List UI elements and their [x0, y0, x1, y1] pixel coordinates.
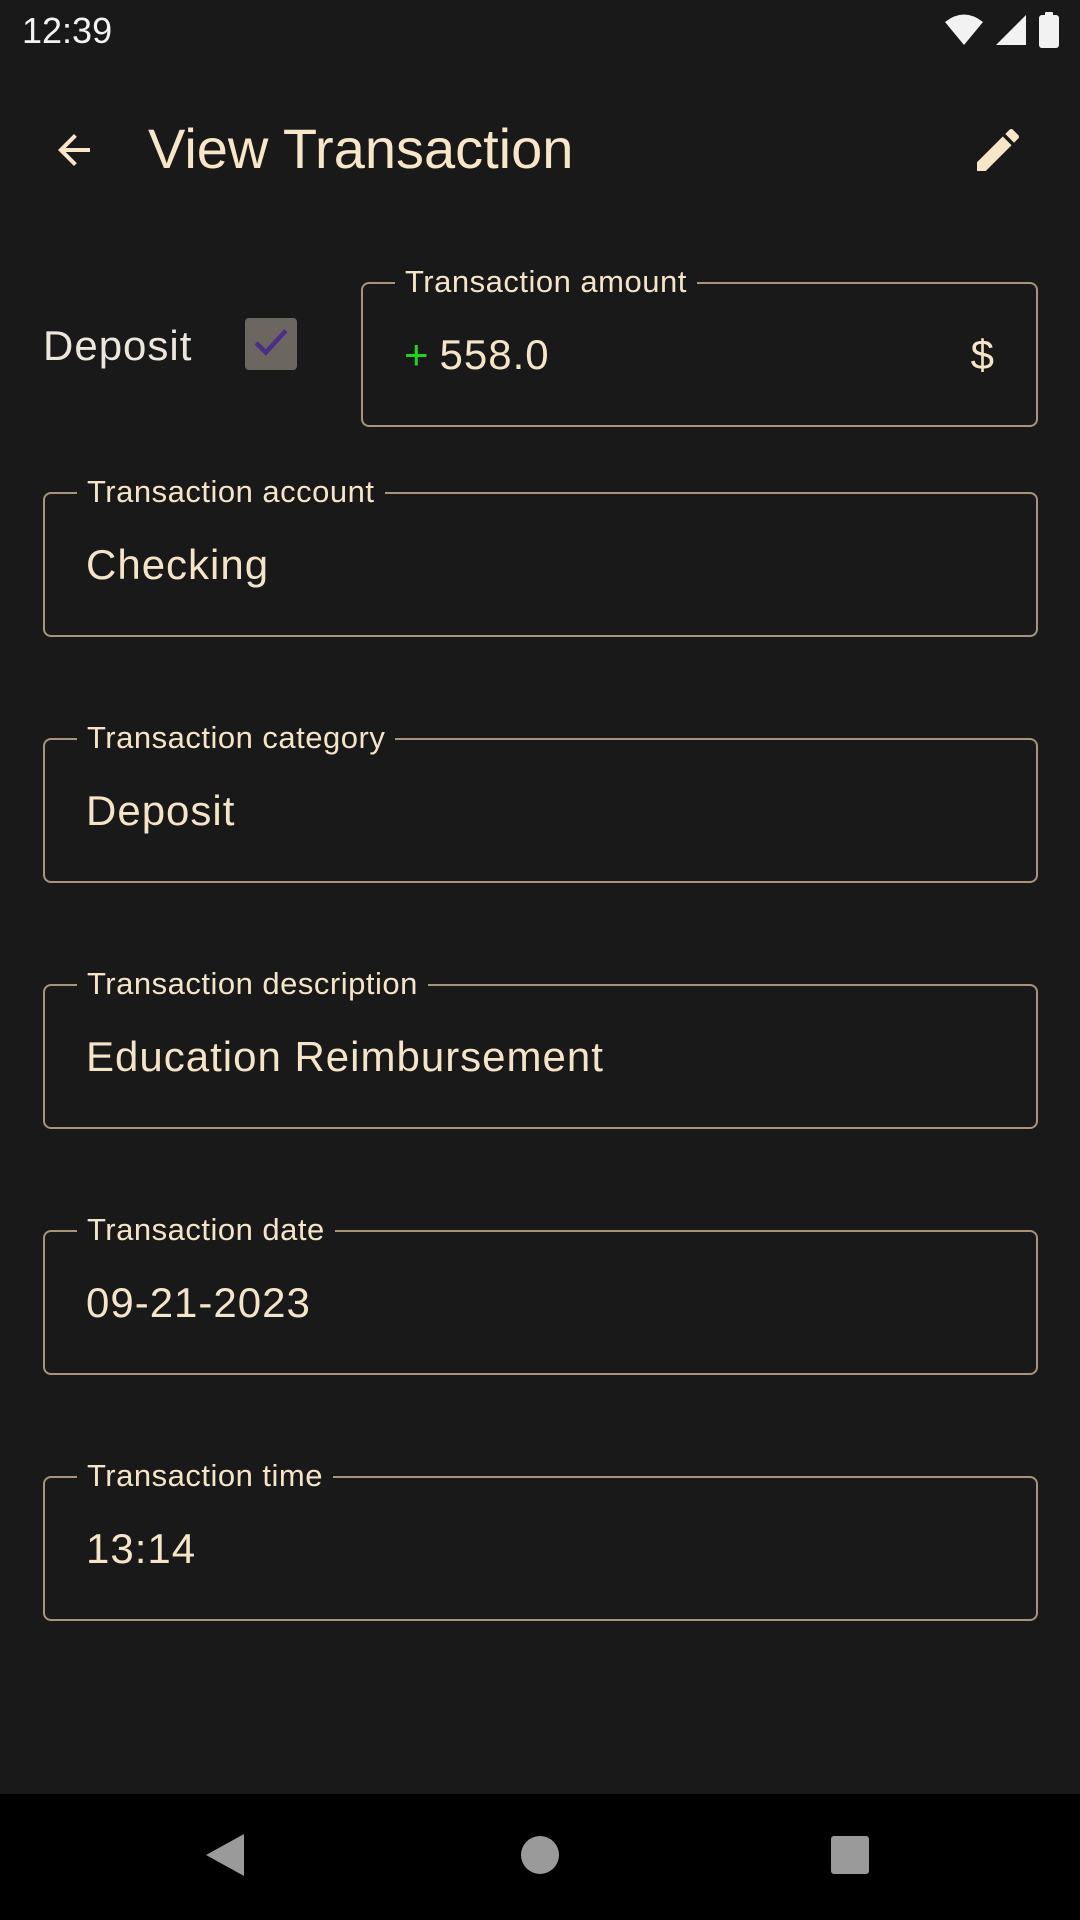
currency-symbol: $: [970, 330, 994, 378]
edit-button[interactable]: [958, 112, 1038, 192]
transaction-description-label: Transaction description: [77, 967, 428, 1001]
pencil-edit-icon: [970, 122, 1026, 183]
transaction-category-label: Transaction category: [77, 721, 396, 755]
transaction-amount-field[interactable]: Transaction amount +558.0 $: [361, 265, 1038, 427]
deposit-label: Deposit: [43, 322, 193, 369]
wifi-icon: [944, 13, 984, 52]
transaction-description-value: Education Reimbursement: [86, 1032, 604, 1080]
transaction-category-field[interactable]: Transaction category Deposit: [43, 721, 1038, 883]
page-title: View Transaction: [148, 117, 574, 180]
transaction-time-field[interactable]: Transaction time 13:14: [43, 1459, 1038, 1621]
view-transaction-screen: 12:39 View Transaction Deposit Transacti…: [0, 0, 1080, 1920]
transaction-date-field[interactable]: Transaction date 09-21-2023: [43, 1213, 1038, 1375]
transaction-description-field[interactable]: Transaction description Education Reimbu…: [43, 967, 1038, 1129]
checkmark-icon: [250, 321, 292, 368]
nav-recents-icon: [829, 1834, 871, 1881]
top-app-bar: View Transaction: [0, 90, 1080, 210]
transaction-amount-label: Transaction amount: [395, 265, 697, 299]
transaction-account-field[interactable]: Transaction account Checking: [43, 475, 1038, 637]
amount-sign: +: [404, 330, 430, 378]
nav-home-icon: [518, 1833, 562, 1882]
transaction-account-value: Checking: [86, 540, 270, 588]
nav-home-button[interactable]: [505, 1822, 575, 1892]
deposit-checkbox[interactable]: [245, 318, 297, 370]
status-time: 12:39: [22, 10, 113, 51]
arrow-back-icon: [50, 126, 98, 179]
transaction-account-label: Transaction account: [77, 475, 385, 509]
cellular-signal-icon: [994, 13, 1028, 52]
transaction-time-value: 13:14: [86, 1524, 197, 1572]
system-navigation-bar: [0, 1794, 1080, 1920]
transaction-amount-value: +558.0: [404, 331, 550, 379]
transaction-category-value: Deposit: [86, 786, 236, 834]
nav-recents-button[interactable]: [815, 1822, 885, 1892]
transaction-date-value: 09-21-2023: [86, 1278, 311, 1326]
status-icons: [944, 11, 1060, 53]
transaction-date-label: Transaction date: [77, 1213, 335, 1247]
status-bar: 12:39: [0, 0, 1080, 64]
amount-number: 558.0: [439, 330, 550, 378]
back-button[interactable]: [34, 112, 114, 192]
transaction-time-label: Transaction time: [77, 1459, 333, 1493]
nav-back-icon: [200, 1830, 250, 1885]
battery-icon: [1038, 11, 1060, 53]
nav-back-button[interactable]: [190, 1822, 260, 1892]
